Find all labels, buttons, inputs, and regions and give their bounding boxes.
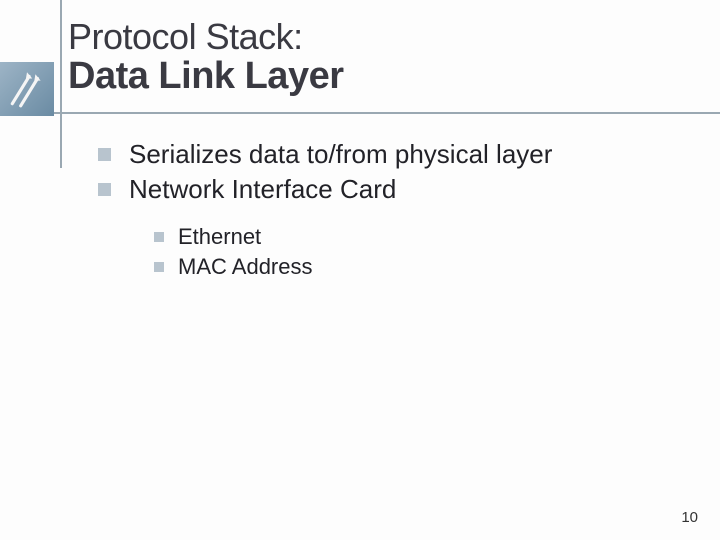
title-line-1: Protocol Stack: (68, 18, 720, 56)
slide-body: Serializes data to/from physical layer N… (98, 138, 680, 282)
list-item: MAC Address (154, 253, 680, 281)
list-item: Ethernet (154, 223, 680, 251)
slide-header: Protocol Stack: Data Link Layer (0, 0, 720, 104)
square-bullet-icon (154, 232, 164, 242)
list-item: Network Interface Card (98, 173, 680, 206)
square-bullet-icon (154, 262, 164, 272)
square-bullet-icon (98, 148, 111, 161)
square-bullet-icon (98, 183, 111, 196)
sub-bullet-text: Ethernet (178, 223, 261, 251)
list-item: Serializes data to/from physical layer (98, 138, 680, 171)
sub-bullet-text: MAC Address (178, 253, 313, 281)
bullet-text: Network Interface Card (129, 173, 396, 206)
logo-icon (0, 62, 54, 116)
horizontal-divider (0, 112, 720, 114)
title-line-2: Data Link Layer (68, 56, 720, 98)
sub-list: Ethernet MAC Address (154, 223, 680, 280)
slide-title: Protocol Stack: Data Link Layer (68, 18, 720, 104)
bullet-text: Serializes data to/from physical layer (129, 138, 552, 171)
page-number: 10 (681, 509, 698, 526)
